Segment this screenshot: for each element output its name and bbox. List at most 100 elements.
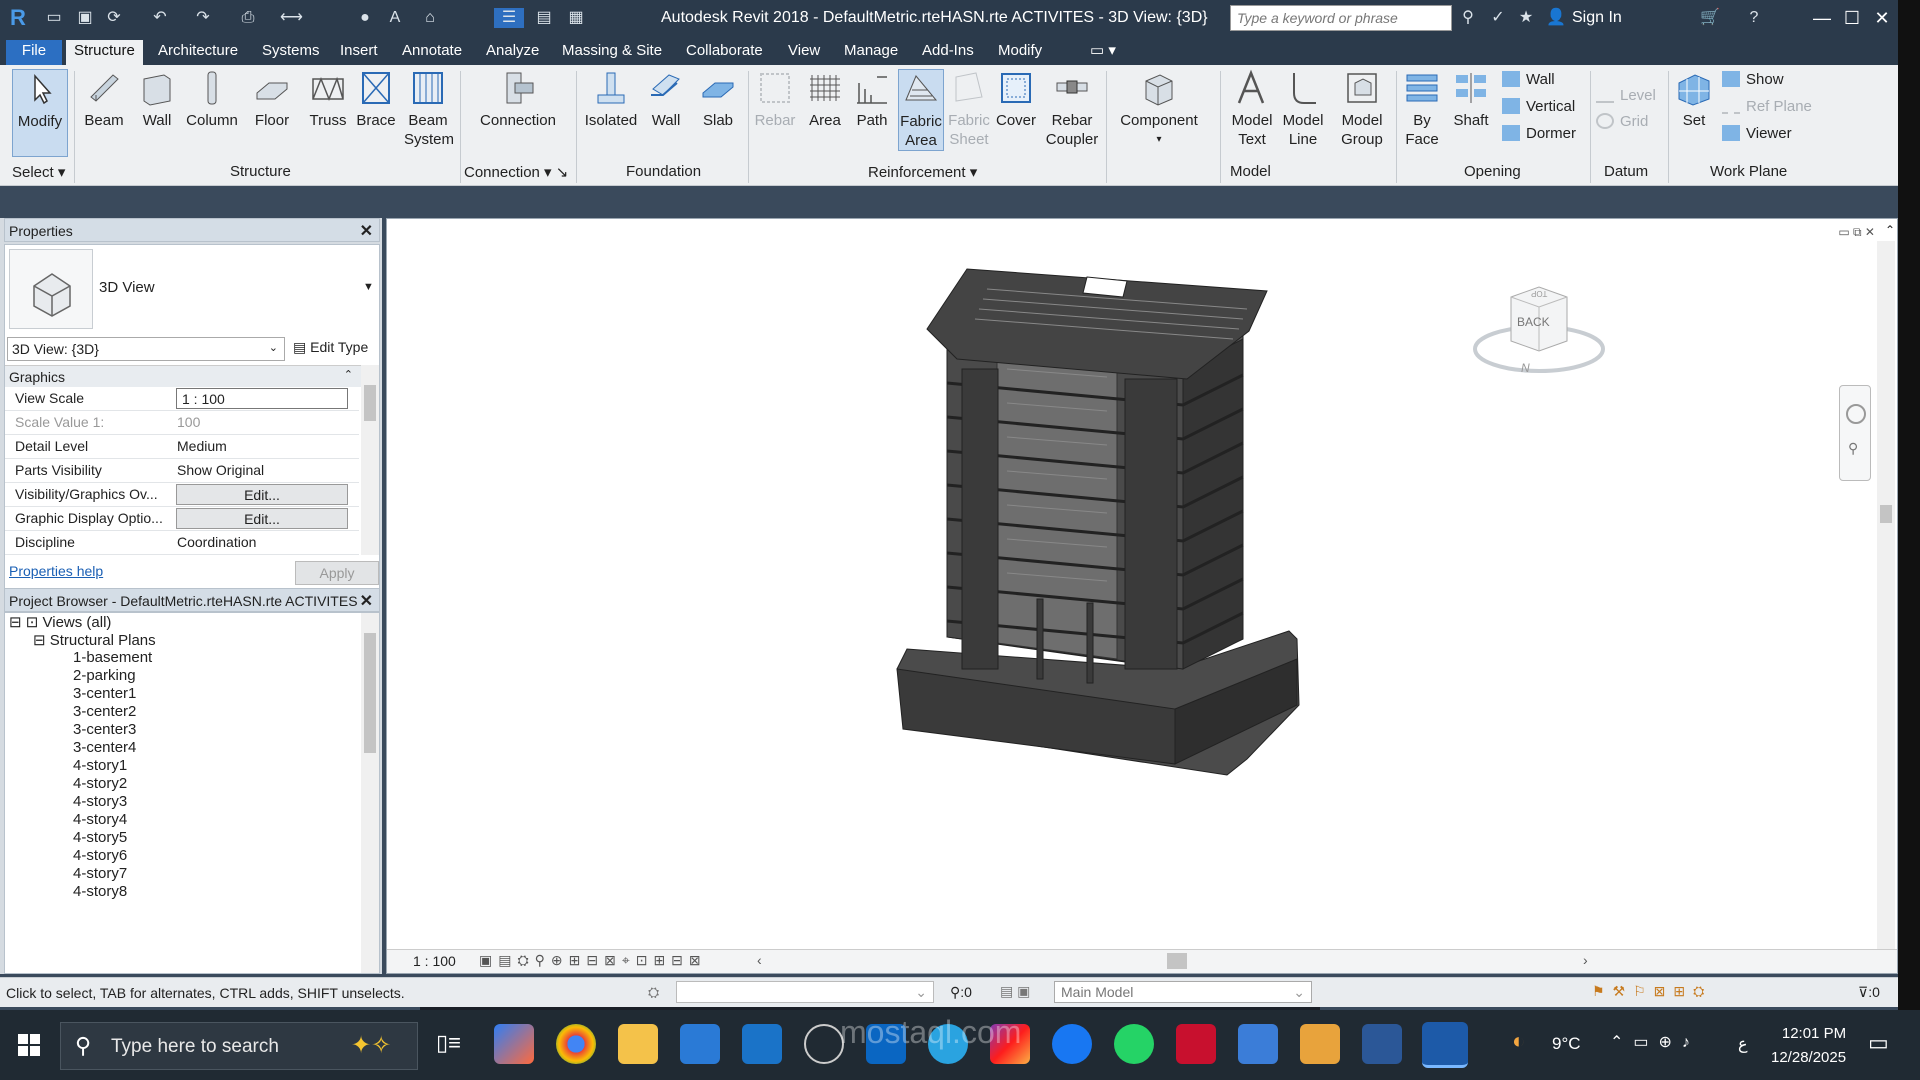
isolated-foundation-button[interactable]: Isolated [582, 69, 640, 130]
binoculars-icon[interactable]: ⚲ [1458, 8, 1478, 28]
building-model[interactable] [387, 219, 1897, 949]
beam-button[interactable]: Beam [80, 69, 128, 130]
tab-view[interactable]: View [780, 40, 828, 65]
close-hidden-icon[interactable]: ▤ [534, 8, 554, 28]
area-button[interactable]: Area [804, 69, 846, 130]
help-icon[interactable]: ? [1744, 8, 1764, 28]
notifications-icon[interactable]: ▭ [1868, 1030, 1889, 1056]
worksharing-icon[interactable]: ⛭ [648, 984, 659, 1001]
whatsapp-icon[interactable] [1114, 1024, 1154, 1064]
truss-button[interactable]: Truss [306, 69, 350, 130]
autocad-icon[interactable] [1176, 1024, 1216, 1064]
tab-modify[interactable]: Modify [990, 40, 1050, 65]
brace-button[interactable]: Brace [356, 69, 396, 130]
3d-view-icon[interactable]: ⌂ [420, 8, 440, 28]
view-scale-label[interactable]: 1 : 100 [413, 953, 456, 969]
tab-analyze[interactable]: Analyze [478, 40, 547, 65]
workset-select[interactable]: ⌄ [676, 981, 934, 1003]
shaft-button[interactable]: Shaft [1448, 69, 1494, 130]
connection-button[interactable]: Connection [476, 69, 560, 130]
mail-icon[interactable] [680, 1024, 720, 1064]
slab-foundation-button[interactable]: Slab [696, 69, 740, 130]
tree-item[interactable]: 3-center1 [73, 685, 136, 702]
component-button[interactable]: Component ▾ [1116, 69, 1202, 149]
hscroll-left-icon[interactable]: ‹ [757, 952, 762, 968]
model-text-button[interactable]: Model Text [1228, 69, 1276, 149]
properties-help-link[interactable]: Properties help [9, 563, 103, 579]
tab-massing-site[interactable]: Massing & Site [554, 40, 670, 65]
beam-system-button[interactable]: Beam System [404, 69, 454, 149]
prop-row-detail-level[interactable]: Detail Level Medium [5, 435, 359, 459]
selection-option-icons[interactable]: ⚑⚒⚐⊠⊞⛭ [1592, 983, 1712, 1000]
taskbar-search-input[interactable]: ⚲ Type here to search ✦✧ [60, 1022, 418, 1070]
store-icon[interactable] [742, 1024, 782, 1064]
component-dropdown-arrow[interactable]: ▾ [1116, 130, 1202, 149]
tree-item[interactable]: 2-parking [73, 667, 136, 684]
tab-file[interactable]: File [6, 40, 62, 65]
column-button[interactable]: Column [184, 69, 240, 130]
measure-icon[interactable]: ⟷ [280, 8, 303, 28]
tab-structure[interactable]: Structure [66, 40, 143, 65]
reinforcement-dropdown[interactable]: Reinforcement ▾ [868, 163, 977, 181]
design-option-select[interactable]: Main Model ⌄ [1054, 981, 1312, 1003]
revit-taskbar-icon[interactable] [1422, 1022, 1468, 1068]
revit-logo-icon[interactable]: R [8, 7, 28, 29]
system-tray-icons[interactable]: ⌃▭⊕♪ [1610, 1032, 1700, 1052]
wall-button[interactable]: Wall [134, 69, 180, 130]
chatgpt-icon[interactable] [804, 1024, 844, 1064]
cart-icon[interactable]: 🛒 [1700, 8, 1720, 28]
collapse-toggle-icon[interactable]: ⊟ [9, 614, 22, 631]
undo-icon[interactable]: ↶ [150, 8, 170, 28]
viewer-button[interactable]: Viewer [1722, 125, 1792, 142]
collapse-toggle-icon[interactable]: ⊟ [33, 632, 46, 649]
properties-scrollbar[interactable] [361, 365, 379, 555]
ref-plane-button[interactable]: Ref Plane [1722, 98, 1812, 115]
visibility-graphics-edit-button[interactable]: Edit... [176, 484, 348, 505]
level-button[interactable]: Level [1596, 87, 1656, 104]
media-player-icon[interactable] [1300, 1024, 1340, 1064]
clock[interactable]: 12:01 PM 12/28/2025 [1771, 1022, 1846, 1070]
maximize-button[interactable]: ☐ [1838, 4, 1866, 32]
open-icon[interactable]: ▭ [44, 8, 64, 28]
tree-item[interactable]: 3-center4 [73, 739, 136, 756]
file-explorer-icon[interactable] [618, 1024, 658, 1064]
ribbon-options-icon[interactable]: ▭ ▾ [1082, 40, 1124, 65]
viewcube-top-label[interactable]: TOP [1531, 289, 1547, 298]
tree-item[interactable]: 4-story1 [73, 757, 127, 774]
apply-button[interactable]: Apply [295, 561, 379, 585]
redo-icon[interactable]: ↷ [193, 8, 213, 28]
modify-button[interactable]: Modify [12, 69, 68, 157]
save-icon[interactable]: ▣ [75, 8, 95, 28]
tab-add-ins[interactable]: Add-Ins [914, 40, 982, 65]
close-button[interactable]: ✕ [1868, 4, 1896, 32]
tree-item[interactable]: 4-story4 [73, 811, 127, 828]
favorites-star-icon[interactable]: ★ [1516, 8, 1536, 28]
viewcube[interactable]: BACK TOP N [1469, 283, 1609, 379]
input-language[interactable]: ع [1738, 1034, 1748, 1054]
instance-selector[interactable]: 3D View: {3D} ⌄ [7, 337, 285, 361]
tree-item[interactable]: 3-center2 [73, 703, 136, 720]
hscroll-right-icon[interactable]: › [1583, 952, 1588, 968]
weather-temp[interactable]: 9°C [1552, 1034, 1581, 1054]
view-control-icons[interactable]: ▣▤⛭⚲⊕⊞⊟⊠⌖⊡⊞⊟⊠ [479, 952, 707, 969]
path-button[interactable]: Path [852, 69, 892, 130]
graphics-section-header[interactable]: Graphics ⌃ [5, 365, 361, 387]
by-face-button[interactable]: By Face [1402, 69, 1442, 149]
grid-button[interactable]: Grid [1596, 113, 1648, 130]
close-browser-icon[interactable]: ✕ [360, 591, 373, 611]
sign-in-link[interactable]: Sign In [1572, 9, 1622, 27]
tag-icon[interactable]: ● [355, 8, 375, 28]
minimize-button[interactable]: — [1808, 4, 1836, 32]
prop-row-discipline[interactable]: Discipline Coordination [5, 531, 359, 555]
calculator-icon[interactable] [1238, 1024, 1278, 1064]
edit-type-button[interactable]: ▤ Edit Type [293, 339, 368, 356]
subscription-icon[interactable]: ✓ [1488, 8, 1508, 28]
browser-scrollbar[interactable] [361, 613, 379, 973]
search-input[interactable]: Type a keyword or phrase [1230, 5, 1452, 31]
windows-start-icon[interactable] [18, 1034, 40, 1056]
floor-button[interactable]: Floor [248, 69, 296, 130]
design-options-icon[interactable]: ▤ ▣ [1000, 983, 1030, 1000]
wall-foundation-button[interactable]: Wall [644, 69, 688, 130]
tree-item[interactable]: 4-story6 [73, 847, 127, 864]
tree-item[interactable]: 1-basement [73, 649, 152, 666]
